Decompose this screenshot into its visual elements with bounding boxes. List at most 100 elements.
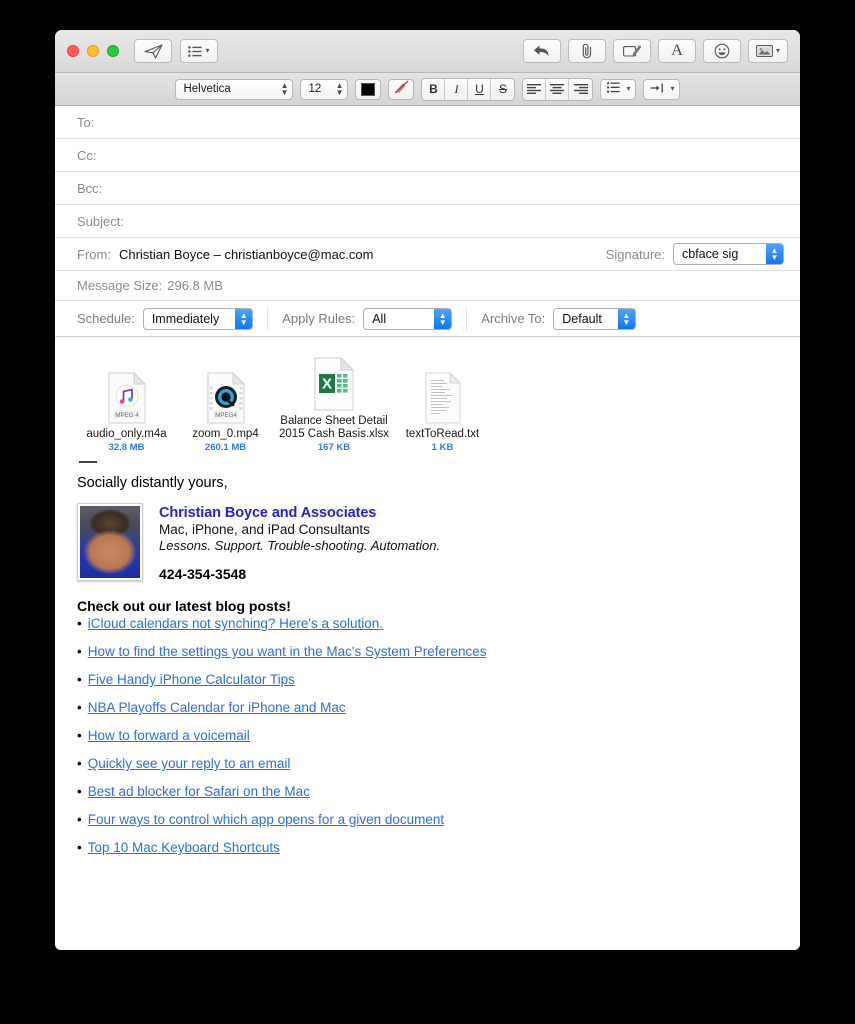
attachment-name: audio_only.m4a <box>86 428 167 440</box>
chevron-down-icon: ▾ <box>775 46 780 55</box>
emoji-button[interactable] <box>702 39 741 63</box>
apply-rules-group: Apply Rules: All ▲ ▼ <box>282 307 453 330</box>
window-titlebar: ▾ A ▾ <box>55 30 800 73</box>
text-file-icon <box>423 368 463 424</box>
bold-button[interactable]: B <box>422 78 446 100</box>
stepper-icon: ▲ ▼ <box>617 308 635 329</box>
list-item: • Quickly see your reply to an email <box>77 756 778 771</box>
toolbar-right-group: A ▾ <box>522 39 788 63</box>
blog-link[interactable]: iCloud calendars not synching? Here's a … <box>88 616 383 631</box>
message-body[interactable]: MPEG 4 audio_only.m4a 32.8 MB MPEG4 zoom… <box>55 337 800 950</box>
attach-button[interactable] <box>567 39 606 63</box>
text-color-button[interactable] <box>355 78 382 100</box>
indent-select[interactable]: ▾ <box>642 78 680 100</box>
bcc-field-row[interactable]: Bcc: <box>55 172 800 205</box>
bullet-icon: • <box>77 728 82 743</box>
photo-browser-icon <box>756 44 773 58</box>
text-style-group: B I U S <box>421 77 516 101</box>
svg-text:MPEG4: MPEG4 <box>215 412 237 419</box>
signature-value: cbface sig <box>682 247 739 261</box>
align-center-icon <box>550 84 565 94</box>
message-size-row: Message Size: 296.8 MB <box>55 271 800 301</box>
blog-link[interactable]: Top 10 Mac Keyboard Shortcuts <box>88 840 280 855</box>
align-right-button[interactable] <box>569 79 592 100</box>
cc-label: Cc: <box>77 147 97 163</box>
bullet-icon: • <box>77 756 82 771</box>
chevron-down-icon: ▾ <box>205 46 210 55</box>
bullet-icon: • <box>77 700 82 715</box>
minimize-window-button[interactable] <box>87 45 99 57</box>
list-item: • Top 10 Mac Keyboard Shortcuts <box>77 840 778 855</box>
apply-rules-select[interactable]: All ▲ ▼ <box>363 307 453 330</box>
blog-link[interactable]: How to forward a voicemail <box>88 728 250 743</box>
from-account-value[interactable]: Christian Boyce – christianboyce@mac.com <box>119 247 374 262</box>
attachment-item[interactable]: textToRead.txt 1 KB <box>393 368 492 453</box>
list-style-select[interactable]: ▾ <box>600 78 636 100</box>
blog-link[interactable]: Four ways to control which app opens for… <box>88 812 444 827</box>
format-button[interactable]: A <box>657 39 696 63</box>
attachment-name: zoom_0.mp4 <box>192 428 259 440</box>
markup-button[interactable] <box>612 39 651 63</box>
attachment-item[interactable]: MPEG 4 audio_only.m4a 32.8 MB <box>77 368 176 453</box>
bcc-label: Bcc: <box>77 180 103 196</box>
blog-link[interactable]: NBA Playoffs Calendar for iPhone and Mac <box>88 700 346 715</box>
stepper-icon: ▲ ▼ <box>235 308 253 329</box>
list-item: • Four ways to control which app opens f… <box>77 812 778 827</box>
list-item: • How to forward a voicemail <box>77 728 778 743</box>
attachment-size: 1 KB <box>431 442 454 453</box>
align-left-button[interactable] <box>523 78 547 100</box>
emoji-icon <box>714 43 730 59</box>
blog-heading: Check out our latest blog posts! <box>77 598 291 614</box>
blog-link[interactable]: Five Handy iPhone Calculator Tips <box>88 672 295 687</box>
align-center-button[interactable] <box>546 78 570 100</box>
apply-rules-value: All <box>372 311 387 326</box>
close-window-button[interactable] <box>67 45 79 57</box>
signature-select[interactable]: cbface sig ▲ ▼ <box>673 243 784 265</box>
bullet-icon: • <box>77 644 82 659</box>
reply-icon <box>533 44 550 58</box>
divider <box>466 307 468 330</box>
mpeg4-audio-file-icon: MPEG 4 <box>107 368 147 424</box>
photo-browser-button[interactable]: ▾ <box>747 39 788 63</box>
italic-button[interactable]: I <box>445 78 469 100</box>
archive-to-label: Archive To: <box>481 311 546 326</box>
attachment-item[interactable]: X Balance Sheet Detail 2015 Cash Basis.x… <box>275 355 393 453</box>
closing-text: Socially distantly yours, <box>77 475 228 491</box>
paperclip-icon <box>580 43 594 59</box>
send-button[interactable] <box>134 39 172 63</box>
highlight-color-button[interactable] <box>388 78 415 100</box>
reply-button[interactable] <box>522 39 561 63</box>
format-toolbar: Helvetica ▲ ▼ 12 ▲ ▼ B I U S ▾ ▾ <box>55 73 800 106</box>
from-field-row[interactable]: From: Christian Boyce – christianboyce@m… <box>55 238 800 271</box>
strikethrough-button[interactable]: S <box>491 79 514 100</box>
blog-link[interactable]: Best ad blocker for Safari on the Mac <box>88 784 310 799</box>
format-A-icon: A <box>671 42 683 59</box>
blog-link[interactable]: How to find the settings you want in the… <box>88 644 487 659</box>
subject-field-row[interactable]: Subject: <box>55 205 800 238</box>
align-left-icon <box>527 84 542 94</box>
excel-file-icon: X <box>312 355 356 411</box>
align-right-icon <box>573 84 588 94</box>
schedule-value: Immediately <box>151 311 220 326</box>
attachment-list: MPEG 4 audio_only.m4a 32.8 MB MPEG4 zoom… <box>77 355 778 453</box>
attachment-item[interactable]: MPEG4 zoom_0.mp4 260.1 MB <box>176 368 275 453</box>
avatar <box>77 503 143 581</box>
to-field-row[interactable]: To: <box>55 106 800 139</box>
bullet-icon: • <box>77 812 82 827</box>
font-size-select[interactable]: 12 ▲ ▼ <box>300 78 349 100</box>
signature-chooser: Signature: cbface sig ▲ ▼ <box>606 243 784 265</box>
bullet-icon: • <box>77 784 82 799</box>
header-fields-button[interactable]: ▾ <box>180 39 218 63</box>
blog-link[interactable]: Quickly see your reply to an email <box>88 756 291 771</box>
subject-label: Subject: <box>77 213 124 229</box>
list-item: • Best ad blocker for Safari on the Mac <box>77 784 778 799</box>
font-family-select[interactable]: Helvetica ▲ ▼ <box>175 78 294 100</box>
attachment-size: 167 KB <box>317 442 351 453</box>
message-size-value: 296.8 MB <box>167 278 223 293</box>
cc-field-row[interactable]: Cc: <box>55 139 800 172</box>
schedule-select[interactable]: Immediately ▲ ▼ <box>142 307 254 330</box>
archive-to-select[interactable]: Default ▲ ▼ <box>553 307 636 330</box>
underline-button[interactable]: U <box>468 78 492 100</box>
zoom-window-button[interactable] <box>107 45 119 57</box>
schedule-label: Schedule: <box>77 311 135 326</box>
